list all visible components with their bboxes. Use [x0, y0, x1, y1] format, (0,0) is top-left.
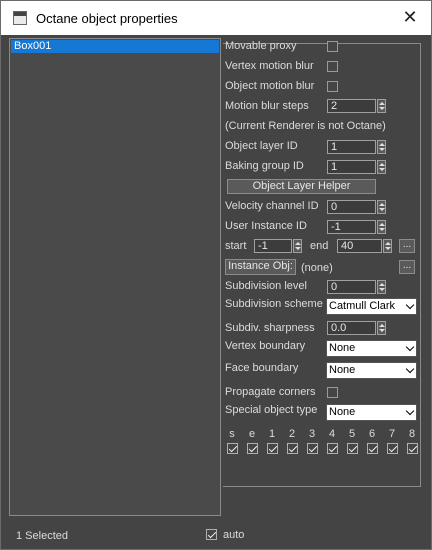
flag-checkbox[interactable]: [247, 443, 258, 454]
window-icon: [13, 11, 27, 25]
velocity-channel-id-spinner[interactable]: [377, 200, 386, 214]
instance-obj-browse-button[interactable]: ...: [399, 260, 415, 274]
close-icon[interactable]: ✕: [399, 6, 421, 28]
object-layer-helper-button[interactable]: Object Layer Helper: [227, 179, 376, 194]
face-boundary-select[interactable]: None: [326, 362, 417, 379]
subdivision-scheme-label: Subdivision scheme: [225, 298, 323, 310]
instance-obj-value: (none): [301, 262, 333, 274]
auto-label: auto: [223, 529, 245, 541]
flag-checkbox[interactable]: [287, 443, 298, 454]
subdiv-sharpness-field[interactable]: 0.0: [327, 321, 376, 335]
title-bar: Octane object properties ✕: [1, 1, 431, 35]
flag-checkbox[interactable]: [347, 443, 358, 454]
motion-blur-steps-label: Motion blur steps: [225, 100, 309, 112]
instance-obj-button[interactable]: Instance Obj:: [225, 259, 296, 275]
flag-label: 6: [368, 428, 376, 440]
special-object-type-value: None: [329, 406, 356, 418]
face-boundary-label: Face boundary: [225, 362, 299, 374]
subdivision-scheme-value: Catmull Clark: [329, 300, 396, 312]
chevron-down-icon: [405, 300, 415, 310]
vertex-boundary-select[interactable]: None: [326, 340, 417, 357]
subdivision-level-label: Subdivision level: [225, 280, 307, 292]
flag-checkbox[interactable]: [307, 443, 318, 454]
octane-object-properties-window: Octane object properties ✕ Box001 Movabl…: [0, 0, 432, 550]
baking-group-id-label: Baking group ID: [225, 160, 304, 172]
flag-label: s: [229, 428, 235, 440]
flag-checkbox[interactable]: [387, 443, 398, 454]
object-layer-id-field[interactable]: 1: [327, 140, 376, 154]
flag-label: 1: [268, 428, 276, 440]
flag-checkbox[interactable]: [407, 443, 418, 454]
flag-label: 2: [288, 428, 296, 440]
flag-checkbox[interactable]: [227, 443, 238, 454]
special-object-type-label: Special object type: [225, 404, 318, 416]
list-item[interactable]: Box001: [11, 40, 219, 53]
vertex-boundary-label: Vertex boundary: [225, 340, 306, 352]
subdivision-scheme-select[interactable]: Catmull Clark: [326, 298, 417, 315]
subdiv-sharpness-spinner[interactable]: [377, 321, 386, 335]
object-motion-blur-label: Object motion blur: [225, 80, 315, 92]
flag-label: 4: [328, 428, 336, 440]
subdiv-sharpness-label: Subdiv. sharpness: [225, 322, 315, 334]
special-object-type-select[interactable]: None: [326, 404, 417, 421]
flag-checkbox[interactable]: [327, 443, 338, 454]
object-motion-blur-checkbox[interactable]: [327, 81, 338, 92]
motion-blur-steps-spinner[interactable]: [377, 99, 386, 113]
face-boundary-value: None: [329, 364, 356, 376]
movable-proxy-label: Movable proxy: [225, 40, 297, 52]
time-range-browse-button[interactable]: ...: [399, 239, 415, 253]
object-layer-id-label: Object layer ID: [225, 140, 298, 152]
end-field[interactable]: 40: [337, 239, 382, 253]
user-instance-id-label: User Instance ID: [225, 220, 307, 232]
flag-checkbox[interactable]: [367, 443, 378, 454]
object-list[interactable]: Box001: [9, 38, 221, 516]
end-label: end: [310, 240, 329, 252]
flag-label: 7: [388, 428, 396, 440]
chevron-down-icon: [405, 342, 415, 352]
selection-status: 1 Selected: [16, 530, 68, 542]
flag-label: e: [248, 428, 256, 440]
baking-group-id-field[interactable]: 1: [327, 160, 376, 174]
auto-checkbox[interactable]: [206, 529, 217, 540]
start-field[interactable]: -1: [254, 239, 292, 253]
start-label: start: [225, 240, 247, 252]
velocity-channel-id-field[interactable]: 0: [327, 200, 376, 214]
vertex-motion-blur-label: Vertex motion blur: [225, 60, 314, 72]
end-spinner[interactable]: [383, 239, 392, 253]
propagate-corners-checkbox[interactable]: [327, 387, 338, 398]
flag-label: 5: [348, 428, 356, 440]
subdivision-level-field[interactable]: 0: [327, 280, 376, 294]
movable-proxy-checkbox[interactable]: [327, 41, 338, 52]
chevron-down-icon: [405, 406, 415, 416]
subdivision-level-spinner[interactable]: [377, 280, 386, 294]
flag-label: 8: [408, 428, 416, 440]
window-title: Octane object properties: [36, 11, 178, 26]
user-instance-id-field[interactable]: -1: [327, 220, 376, 234]
propagate-corners-label: Propagate corners: [225, 386, 316, 398]
chevron-down-icon: [405, 364, 415, 374]
start-spinner[interactable]: [293, 239, 302, 253]
baking-group-id-spinner[interactable]: [377, 160, 386, 174]
flag-label: 3: [308, 428, 316, 440]
renderer-note: (Current Renderer is not Octane): [225, 120, 386, 132]
motion-blur-steps-field[interactable]: 2: [327, 99, 376, 113]
user-instance-id-spinner[interactable]: [377, 220, 386, 234]
velocity-channel-id-label: Velocity channel ID: [225, 200, 319, 212]
flag-checkbox[interactable]: [267, 443, 278, 454]
object-layer-id-spinner[interactable]: [377, 140, 386, 154]
vertex-boundary-value: None: [329, 342, 356, 354]
vertex-motion-blur-checkbox[interactable]: [327, 61, 338, 72]
